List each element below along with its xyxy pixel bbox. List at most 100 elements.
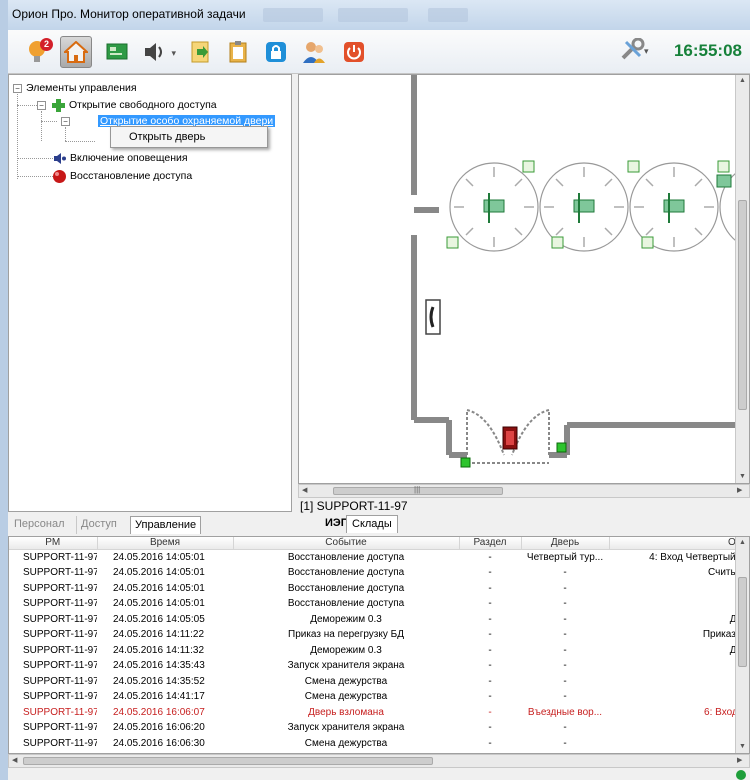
log-scroll-down-arrow[interactable]: ▼ — [739, 743, 746, 750]
home-icon[interactable] — [60, 36, 92, 68]
cell-desc: - — [609, 596, 749, 612]
left-tabs: Персонал Доступ Управление — [8, 514, 292, 536]
cell-time: 24.05.2016 14:05:01 — [113, 582, 205, 594]
context-menu: Открыть дверь — [110, 126, 268, 148]
column-event[interactable]: Событие — [233, 537, 460, 550]
cell-rm: SUPPORT-11-97 — [23, 598, 97, 610]
cell-part: - — [488, 629, 492, 641]
cell-time: 24.05.2016 14:41:17 — [113, 691, 205, 703]
table-row[interactable]: SUPPORT-11-97 24.05.2016 14:05:01 Восстано… — [9, 596, 749, 612]
tools-icon[interactable]: ▾ — [620, 37, 650, 68]
cell-rm: SUPPORT-11-97 — [23, 660, 97, 672]
cell-door: - — [563, 691, 567, 703]
cell-rm: SUPPORT-11-97 — [23, 644, 97, 656]
tree-root[interactable]: − Элементы управления — [13, 80, 137, 96]
table-row[interactable]: SUPPORT-11-97 24.05.2016 16:06:07 Дверь вз… — [9, 705, 749, 721]
table-row[interactable]: SUPPORT-11-97 24.05.2016 14:35:52 Смена де… — [9, 674, 749, 690]
table-row[interactable]: SUPPORT-11-97 24.05.2016 14:05:05 Деморежи… — [9, 612, 749, 628]
clock: 16:55:08 — [673, 41, 742, 60]
tree-item-restore-access[interactable]: Восстановление доступа — [51, 168, 192, 184]
connection-status-icon — [736, 770, 746, 780]
log-scroll-left-arrow[interactable]: ◀ — [12, 756, 17, 764]
export-icon[interactable] — [184, 36, 216, 68]
cell-door: - — [563, 598, 567, 610]
scroll-right-arrow[interactable]: ▶ — [737, 486, 742, 494]
map-vertical-scrollbar[interactable]: ▲ ▼ — [735, 75, 749, 483]
scroll-up-arrow[interactable]: ▲ — [739, 77, 746, 84]
log-vertical-scrollbar[interactable]: ▲ ▼ — [735, 537, 749, 753]
map-vscroll-thumb[interactable] — [738, 200, 747, 410]
column-section[interactable]: Раздел — [459, 537, 522, 550]
tree-item-notification[interactable]: Включение оповещения — [51, 150, 188, 166]
table-row[interactable]: SUPPORT-11-97 24.05.2016 16:06:30 Смена де… — [9, 736, 749, 752]
speaker-dropdown-icon[interactable]: ▾ — [171, 48, 176, 59]
cell-part: - — [488, 567, 492, 579]
cell-desc: Приказ на пер — [702, 629, 749, 641]
cell-rm: SUPPORT-11-97 — [23, 675, 97, 687]
cell-time: 24.05.2016 16:06:07 — [113, 706, 205, 718]
cell-desc: 4: Вход Четвертый турник — [649, 552, 749, 563]
lock-icon[interactable] — [260, 36, 292, 68]
column-rm[interactable]: РМ — [9, 537, 98, 550]
log-hscroll-thumb[interactable] — [23, 757, 433, 765]
table-row[interactable]: SUPPORT-11-97 24.05.2016 14:05:01 Восстано… — [9, 581, 749, 597]
floor-plan-map[interactable]: ▲ ▼ — [298, 74, 750, 484]
cell-desc: Демо-ре — [609, 643, 749, 659]
alarm-bulb-icon[interactable]: 2 — [22, 36, 54, 68]
tab-control[interactable]: Управление — [130, 516, 202, 534]
power-icon[interactable] — [338, 36, 370, 68]
tab-access[interactable]: Доступ — [76, 516, 121, 534]
cell-rm: SUPPORT-11-97 — [23, 737, 97, 749]
cell-door: Четвертый тур... — [526, 552, 604, 563]
table-row[interactable]: SUPPORT-11-97 24.05.2016 16:06:20 Запуск х… — [9, 720, 749, 736]
column-description[interactable]: Описани — [609, 537, 749, 550]
collapse-toggle[interactable]: − — [13, 83, 22, 93]
cell-time: 24.05.2016 14:05:05 — [113, 613, 205, 625]
table-row[interactable]: SUPPORT-11-97 24.05.2016 14:05:01 Восстано… — [9, 550, 749, 566]
table-row[interactable]: SUPPORT-11-97 24.05.2016 14:11:32 Деморежи… — [9, 643, 749, 659]
card-reader-icon[interactable] — [102, 36, 134, 68]
cell-desc: Считыватель — [708, 567, 749, 579]
cell-time: 24.05.2016 16:06:20 — [113, 722, 205, 734]
collapse-toggle[interactable]: − — [37, 100, 46, 110]
table-row[interactable]: SUPPORT-11-97 24.05.2016 14:05:01 Восстано… — [9, 565, 749, 581]
turnstile-1 — [449, 162, 539, 252]
toolbar: 2 ▾ ▾ 16:55:08 — [8, 30, 750, 74]
log-horizontal-scrollbar[interactable]: ◀ ▶ — [8, 754, 750, 768]
cell-rm: SUPPORT-11-97 — [23, 722, 97, 734]
svg-text:▾: ▾ — [644, 46, 649, 56]
log-scroll-right-arrow[interactable]: ▶ — [737, 756, 742, 764]
cell-rm: SUPPORT-11-97 — [23, 691, 97, 703]
table-row[interactable]: SUPPORT-11-97 24.05.2016 14:41:17 Смена де… — [9, 689, 749, 705]
table-row[interactable]: SUPPORT-11-97 24.05.2016 14:11:22 Приказ н… — [9, 627, 749, 643]
users-icon[interactable] — [298, 36, 330, 68]
speaker-icon[interactable]: ▾ — [138, 36, 176, 68]
tree-item-free-access[interactable]: − Открытие свободного доступа — [37, 97, 217, 113]
tab-warehouses[interactable]: Склады — [346, 515, 398, 533]
cell-part: - — [488, 737, 492, 749]
cell-rm: SUPPORT-11-97 — [23, 613, 97, 625]
table-row[interactable]: SUPPORT-11-97 24.05.2016 14:35:43 Запуск х… — [9, 658, 749, 674]
log-vscroll-thumb[interactable] — [738, 577, 747, 667]
event-log: РМ Время Событие Раздел Дверь Описани SU… — [8, 536, 750, 754]
cell-event: Восстановление доступа — [287, 552, 405, 563]
cell-event: Смена дежурства — [304, 675, 388, 687]
floor-plan-drawing — [411, 75, 749, 468]
column-time[interactable]: Время — [97, 537, 234, 550]
cell-time: 24.05.2016 14:11:22 — [113, 629, 205, 641]
map-horizontal-scrollbar[interactable]: ◀ ||| ▶ — [298, 484, 750, 498]
scroll-down-arrow[interactable]: ▼ — [739, 473, 746, 480]
cell-event: Восстановление доступа — [287, 567, 405, 579]
cell-part: - — [488, 706, 492, 718]
context-menu-open-door[interactable]: Открыть дверь — [129, 131, 205, 143]
cell-time: 24.05.2016 14:35:52 — [113, 675, 205, 687]
log-scroll-up-arrow[interactable]: ▲ — [739, 539, 746, 546]
scroll-left-arrow[interactable]: ◀ — [302, 486, 307, 494]
cell-time: 24.05.2016 14:05:01 — [113, 552, 205, 563]
tab-personnel[interactable]: Персонал — [10, 516, 69, 534]
map-hscroll-thumb[interactable]: ||| — [333, 485, 503, 495]
clipboard-icon[interactable] — [222, 36, 254, 68]
column-door[interactable]: Дверь — [521, 537, 610, 550]
collapse-toggle[interactable]: − — [61, 116, 70, 126]
green-plus-icon — [50, 97, 66, 113]
